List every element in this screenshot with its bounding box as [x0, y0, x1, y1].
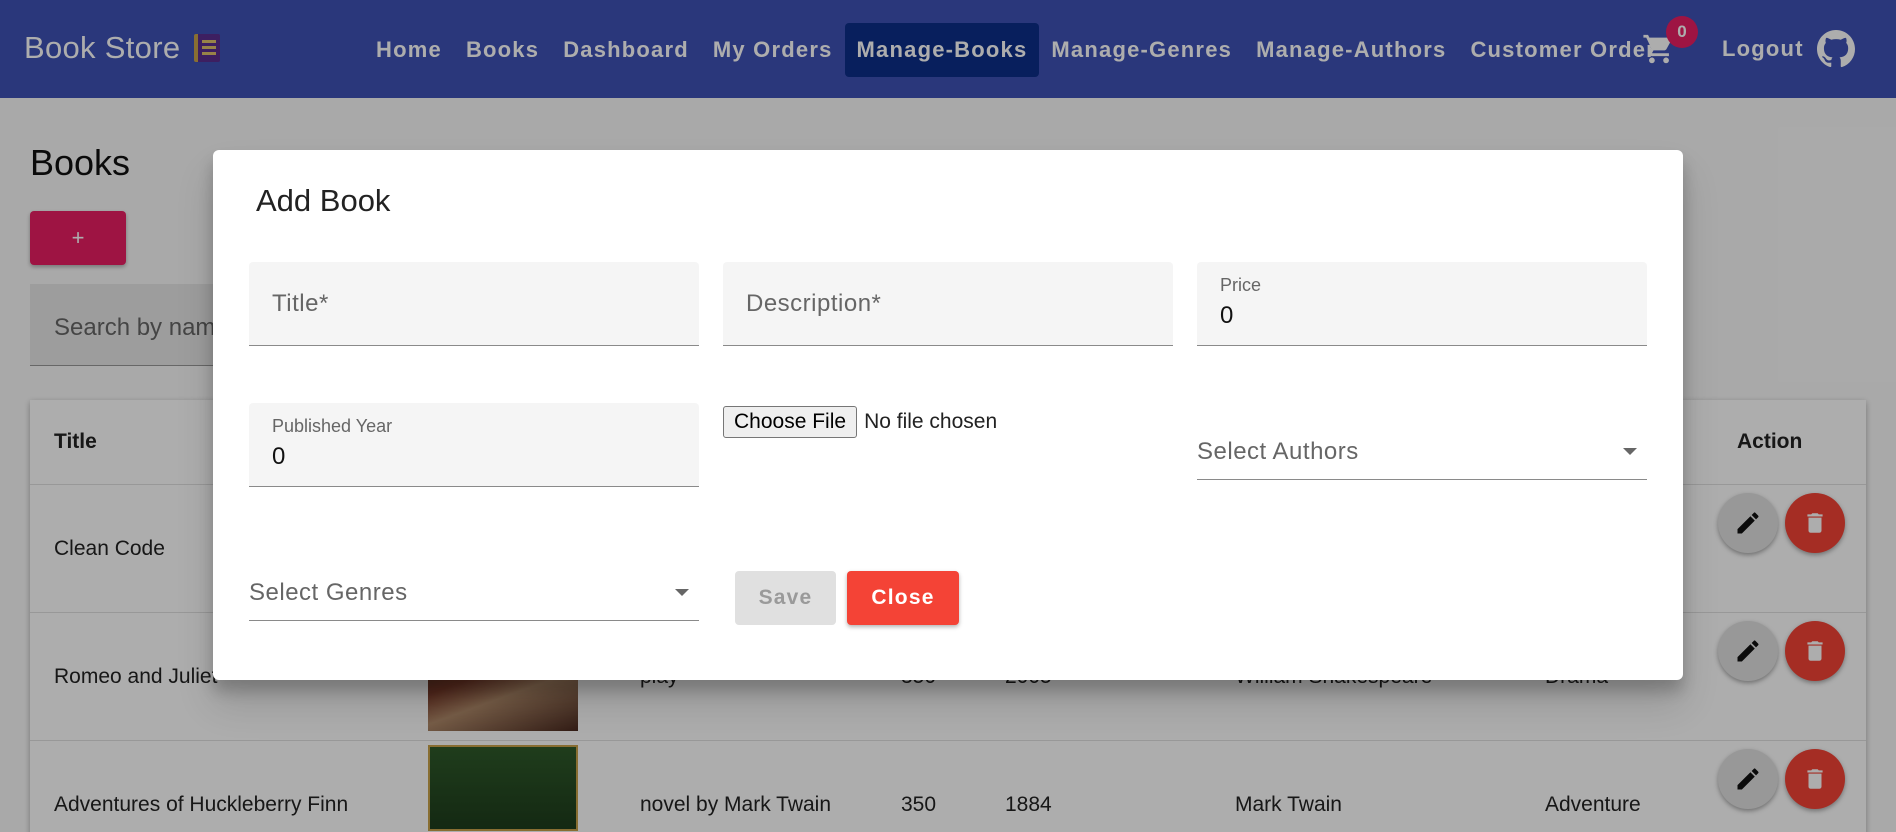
- genres-placeholder: Select Genres: [249, 579, 408, 606]
- description-field[interactable]: Description*: [723, 262, 1173, 346]
- file-upload: Choose File No file chosen: [723, 406, 997, 438]
- select-genres[interactable]: Select Genres: [249, 561, 699, 621]
- title-field[interactable]: Title*: [249, 262, 699, 346]
- description-placeholder: Description*: [746, 290, 882, 317]
- close-button[interactable]: Close: [847, 571, 959, 625]
- select-authors[interactable]: Select Authors: [1197, 420, 1647, 480]
- dialog-title: Add Book: [256, 183, 391, 218]
- title-placeholder: Title*: [272, 290, 329, 317]
- price-field[interactable]: Price 0: [1197, 262, 1647, 346]
- chevron-down-icon: [1623, 448, 1637, 455]
- price-label: Price: [1220, 275, 1262, 295]
- published-year-value: 0: [272, 443, 286, 470]
- price-value: 0: [1220, 302, 1234, 329]
- add-book-dialog: Add Book Title* Description* Price 0 Pub…: [213, 150, 1683, 680]
- authors-placeholder: Select Authors: [1197, 438, 1359, 465]
- modal-backdrop-top: [0, 0, 1896, 98]
- save-button[interactable]: Save: [735, 571, 836, 625]
- choose-file-button[interactable]: Choose File: [723, 406, 858, 438]
- published-year-label: Published Year: [272, 416, 393, 436]
- chevron-down-icon: [675, 589, 689, 596]
- file-status: No file chosen: [864, 410, 998, 433]
- published-year-field[interactable]: Published Year 0: [249, 403, 699, 487]
